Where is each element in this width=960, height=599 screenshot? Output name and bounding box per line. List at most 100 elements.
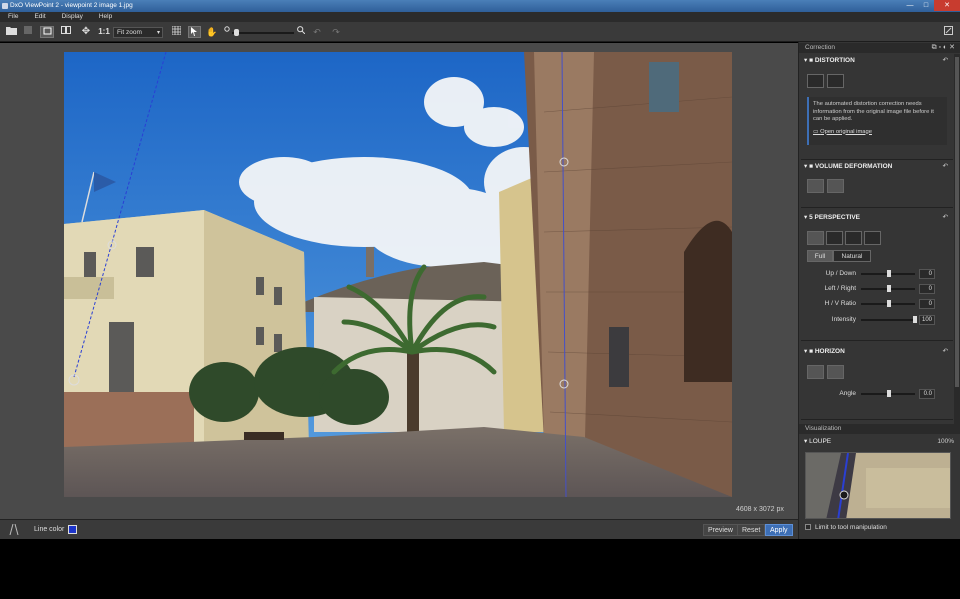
apply-button[interactable]: Apply — [765, 524, 793, 536]
left-right-value[interactable]: 0 — [919, 284, 935, 294]
up-down-value[interactable]: 0 — [919, 269, 935, 279]
loupe-zoom[interactable]: 100% — [937, 436, 954, 447]
angle-label: Angle — [839, 390, 856, 397]
distortion-info-box: The automated distortion correction need… — [807, 97, 947, 145]
pointer-tool-icon[interactable] — [188, 26, 201, 38]
collapse-arrow-icon: ▾ 5 — [804, 214, 815, 221]
zoom-out-icon[interactable] — [223, 26, 231, 38]
collapse-arrow-icon: ▾ ■ — [804, 57, 815, 64]
open-original-image-label: Open original image — [820, 128, 872, 135]
image-size-label: 4608 x 3072 px — [736, 506, 784, 513]
open-folder-icon[interactable] — [4, 26, 18, 38]
up-down-row: Up / Down 0 — [799, 269, 959, 279]
mode-full-button[interactable]: Full — [807, 250, 833, 262]
volume-title: VOLUME DEFORMATION — [814, 163, 893, 170]
window-title: DxO ViewPoint 2 - viewpoint 2 image 1.jp… — [10, 2, 133, 9]
left-right-slider-handle[interactable] — [887, 285, 891, 292]
app-icon — [2, 3, 8, 9]
hv-ratio-value[interactable]: 0 — [919, 299, 935, 309]
perspective-reset-icon[interactable]: ↶ — [943, 212, 948, 223]
intensity-value[interactable]: 100 — [919, 315, 935, 325]
hv-ratio-slider-handle[interactable] — [887, 300, 891, 307]
angle-slider-handle[interactable] — [887, 390, 891, 397]
zoom-select[interactable]: Fit zoom ▾ — [113, 27, 163, 38]
collapse-arrow-icon: ▾ ■ — [804, 163, 815, 170]
perspective-tool-icon[interactable] — [8, 523, 20, 536]
zoom-slider-handle[interactable] — [234, 29, 239, 36]
pincushion-distortion-button[interactable] — [827, 74, 844, 88]
panel-options-icon[interactable]: ⧉ ▫ ◐ ✕ — [932, 43, 955, 53]
menu-help[interactable]: Help — [99, 12, 112, 22]
hand-tool-icon[interactable]: ✋ — [206, 26, 218, 38]
fit-arrows-icon[interactable]: ✥ — [79, 26, 93, 38]
up-down-slider-handle[interactable] — [887, 270, 891, 277]
zoom-select-value: Fit zoom — [117, 29, 142, 36]
vertical-perspective-button[interactable] — [807, 231, 824, 245]
chevron-down-icon: ▾ — [156, 30, 160, 36]
perspective-header[interactable]: ▾ 5 PERSPECTIVE ↶ — [799, 212, 954, 223]
save-icon[interactable] — [22, 26, 34, 38]
left-right-row: Left / Right 0 — [799, 284, 959, 294]
angle-value[interactable]: 0.0 — [919, 389, 935, 399]
preview-button[interactable]: Preview — [703, 524, 738, 536]
panel-scrollbar-thumb[interactable] — [955, 57, 959, 387]
reset-button[interactable]: Reset — [737, 524, 766, 536]
title-bar: DxO ViewPoint 2 - viewpoint 2 image 1.jp… — [0, 0, 960, 12]
angle-row: Angle 0.0 — [799, 389, 959, 399]
barrel-distortion-button[interactable] — [807, 74, 824, 88]
single-view-icon[interactable] — [40, 26, 54, 38]
split-view-icon[interactable] — [59, 26, 73, 38]
horizontal-perspective-button[interactable] — [826, 231, 843, 245]
rectangle-perspective-button[interactable] — [864, 231, 881, 245]
visualization-title: Visualization — [805, 425, 842, 432]
loupe-view[interactable] — [805, 452, 951, 519]
zoom-in-icon[interactable] — [296, 26, 306, 38]
horizon-header[interactable]: ▾ ■ HORIZON ↶ — [799, 346, 954, 357]
hv-ratio-row: H / V Ratio 0 — [799, 299, 959, 309]
minimize-button[interactable]: — — [902, 0, 918, 11]
close-button[interactable]: ✕ — [934, 0, 960, 11]
mode-natural-button[interactable]: Natural — [833, 250, 871, 262]
horizon-auto-button[interactable] — [827, 365, 844, 379]
distortion-reset-icon[interactable]: ↶ — [943, 55, 948, 66]
photo-preview[interactable] — [64, 52, 732, 497]
redo-icon[interactable]: ↷ — [331, 26, 341, 38]
open-original-image-link[interactable]: ▭ Open original image — [813, 129, 943, 137]
menu-display[interactable]: Display — [62, 12, 83, 22]
horizon-title: HORIZON — [814, 348, 845, 355]
horizon-reset-icon[interactable]: ↶ — [943, 346, 948, 357]
divider — [801, 419, 953, 420]
left-right-label: Left / Right — [824, 285, 856, 292]
distortion-title: DISTORTION — [814, 57, 855, 64]
horizon-level-button[interactable] — [807, 365, 824, 379]
maximize-button[interactable]: □ — [918, 0, 934, 11]
perspective-section: ▾ 5 PERSPECTIVE ↶ — [799, 212, 954, 223]
four-point-perspective-button[interactable] — [845, 231, 862, 245]
loupe-header[interactable]: ▾ LOUPE 100% — [799, 436, 954, 447]
volume-diagonal-button[interactable] — [827, 179, 844, 193]
fullscreen-icon[interactable] — [942, 26, 954, 38]
loupe-section: ▾ LOUPE 100% — [799, 436, 954, 447]
limit-to-tool-checkbox[interactable]: Limit to tool manipulation — [805, 524, 887, 531]
correction-panel-header: Correction ⧉ ▫ ◐ ✕ — [799, 43, 960, 53]
correction-panel: Correction ⧉ ▫ ◐ ✕ ▾ ■ DISTORTION ↶ The … — [798, 42, 960, 539]
zoom-slider-track[interactable] — [232, 32, 294, 34]
grid-icon[interactable] — [170, 25, 182, 38]
intensity-slider[interactable] — [861, 319, 915, 321]
intensity-slider-handle[interactable] — [913, 316, 917, 323]
menu-file[interactable]: File — [8, 12, 18, 22]
loupe-title: LOUPE — [809, 438, 832, 445]
bottom-bar: Line color Preview Reset Apply — [0, 519, 798, 539]
distortion-header[interactable]: ▾ ■ DISTORTION ↶ — [799, 55, 954, 66]
volume-reset-icon[interactable]: ↶ — [943, 161, 948, 172]
line-color-label: Line color — [34, 526, 65, 533]
menu-bar: File Edit Display Help — [0, 12, 960, 22]
limit-label: Limit to tool manipulation — [815, 524, 887, 531]
volume-header[interactable]: ▾ ■ VOLUME DEFORMATION ↶ — [799, 161, 954, 172]
menu-edit[interactable]: Edit — [34, 12, 45, 22]
undo-icon[interactable]: ↶ — [312, 26, 322, 38]
line-color-swatch[interactable] — [68, 525, 77, 534]
one-to-one-button[interactable]: 1:1 — [97, 26, 111, 38]
volume-horizontal-button[interactable] — [807, 179, 824, 193]
perspective-title: PERSPECTIVE — [814, 214, 861, 221]
